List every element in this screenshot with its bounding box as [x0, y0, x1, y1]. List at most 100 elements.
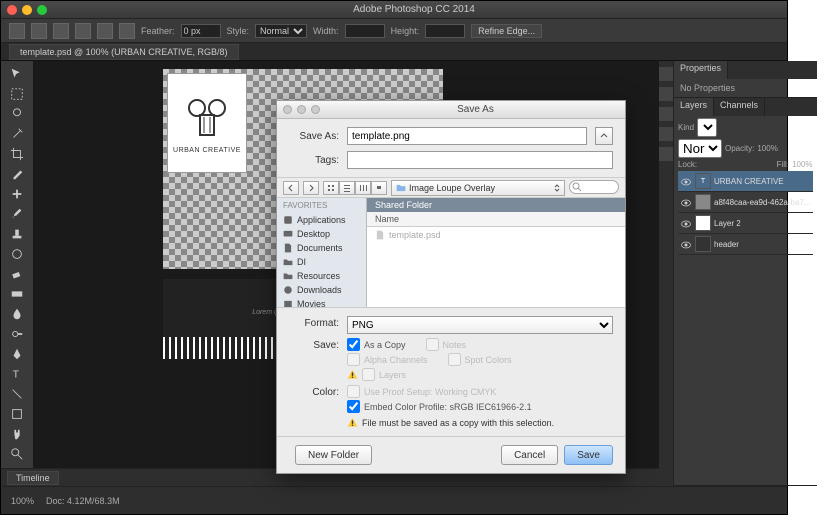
height-input[interactable] [425, 24, 465, 38]
sidebar-item-di[interactable]: DI [277, 255, 366, 269]
selection-mode-icon[interactable] [53, 23, 69, 39]
doc-info[interactable]: Doc: 4.12M/68.3M [46, 496, 120, 506]
sidebar-item-downloads[interactable]: Downloads [277, 283, 366, 297]
embed-profile-checkbox[interactable]: Embed Color Profile: sRGB IEC61966-2.1 [347, 400, 613, 413]
selection-mode-sub-icon[interactable] [97, 23, 113, 39]
nav-forward-button[interactable] [303, 181, 319, 195]
eraser-tool[interactable] [6, 265, 28, 283]
selection-mode-add-icon[interactable] [75, 23, 91, 39]
folder-dropdown[interactable]: Image Loupe Overlay [391, 180, 565, 196]
zoom-tool[interactable] [6, 445, 28, 463]
heal-tool[interactable] [6, 185, 28, 203]
view-column-button[interactable] [355, 181, 371, 195]
layer-item[interactable]: Layer 2 [678, 213, 813, 234]
sidebar-item-movies[interactable]: Movies [277, 297, 366, 307]
eyedropper-tool[interactable] [6, 165, 28, 183]
document-tab[interactable]: template.psd @ 100% (URBAN CREATIVE, RGB… [9, 44, 239, 60]
layers-tab[interactable]: Layers [674, 98, 714, 116]
gradient-tool[interactable] [6, 285, 28, 303]
sidebar-item-desktop[interactable]: Desktop [277, 227, 366, 241]
timeline-tab[interactable]: Timeline [7, 471, 59, 485]
sidebar-item-documents[interactable]: Documents [277, 241, 366, 255]
collapsed-panel-icon[interactable] [659, 127, 673, 141]
dialog-zoom-button[interactable] [311, 105, 320, 114]
history-brush-tool[interactable] [6, 245, 28, 263]
new-folder-button[interactable]: New Folder [295, 445, 372, 465]
shared-folder-banner: Shared Folder [367, 198, 625, 212]
width-input[interactable] [345, 24, 385, 38]
tags-input[interactable] [347, 151, 613, 169]
collapsed-panel-icon[interactable] [659, 87, 673, 101]
proof-checkbox: Use Proof Setup: Working CMYK [347, 385, 613, 398]
visibility-toggle[interactable] [680, 217, 692, 229]
marquee-tool[interactable] [6, 85, 28, 103]
filename-input[interactable] [347, 127, 587, 145]
nav-back-button[interactable] [283, 181, 299, 195]
visibility-toggle[interactable] [680, 175, 692, 187]
type-tool[interactable]: T [6, 365, 28, 383]
lasso-tool[interactable] [6, 105, 28, 123]
collapsed-panel-icon[interactable] [659, 107, 673, 121]
close-window-button[interactable] [7, 5, 17, 15]
layer-thumbnail [695, 215, 711, 231]
wand-tool[interactable] [6, 125, 28, 143]
stamp-tool[interactable] [6, 225, 28, 243]
dialog-minimize-button[interactable] [297, 105, 306, 114]
layer-name[interactable]: header [714, 240, 811, 249]
warning-icon [347, 369, 358, 380]
style-select[interactable]: Normal [255, 24, 307, 38]
pen-tool[interactable] [6, 345, 28, 363]
zoom-level[interactable]: 100% [11, 496, 34, 506]
cancel-button[interactable]: Cancel [501, 445, 558, 465]
collapsed-panel-icon[interactable] [659, 67, 673, 81]
visibility-toggle[interactable] [680, 238, 692, 250]
selection-mode-int-icon[interactable] [119, 23, 135, 39]
as-copy-checkbox[interactable]: As a Copy [347, 338, 406, 351]
collapse-toggle-button[interactable] [595, 127, 613, 145]
properties-tab[interactable]: Properties [674, 61, 728, 79]
path-tool[interactable] [6, 385, 28, 403]
tool-preset-icon[interactable] [31, 23, 47, 39]
brush-tool[interactable] [6, 205, 28, 223]
hand-tool[interactable] [6, 425, 28, 443]
format-select[interactable]: PNG [347, 316, 613, 334]
shape-tool[interactable] [6, 405, 28, 423]
blur-tool[interactable] [6, 305, 28, 323]
sidebar-item-applications[interactable]: Applications [277, 213, 366, 227]
opacity-label: Opacity: [725, 144, 754, 153]
file-row[interactable]: template.psd [375, 229, 617, 241]
layer-item[interactable]: header [678, 234, 813, 255]
opacity-value[interactable]: 100% [757, 144, 777, 153]
view-icon-button[interactable] [323, 181, 339, 195]
crop-tool[interactable] [6, 145, 28, 163]
blend-mode-select[interactable]: Normal [678, 139, 722, 158]
layer-item[interactable]: T URBAN CREATIVE [678, 171, 813, 192]
tags-label: Tags: [289, 155, 339, 166]
feather-input[interactable] [181, 24, 221, 38]
kind-filter[interactable] [697, 118, 717, 137]
dialog-title: Save As [326, 104, 625, 115]
visibility-toggle[interactable] [680, 196, 692, 208]
channels-tab[interactable]: Channels [714, 98, 765, 116]
zoom-window-button[interactable] [37, 5, 47, 15]
dialog-close-button[interactable] [283, 105, 292, 114]
move-tool[interactable] [6, 65, 28, 83]
folder-icon [396, 183, 406, 193]
sidebar-item-resources[interactable]: Resources [277, 269, 366, 283]
save-button[interactable]: Save [564, 445, 613, 465]
view-coverflow-button[interactable] [371, 181, 387, 195]
view-list-button[interactable] [339, 181, 355, 195]
collapsed-panel-icon[interactable] [659, 147, 673, 161]
layer-item[interactable]: a8f48caa-ea9d-462a-ba7... [678, 192, 813, 213]
dodge-tool[interactable] [6, 325, 28, 343]
favorites-sidebar: FAVORITES Applications Desktop Documents… [277, 198, 367, 307]
height-label: Height: [391, 26, 420, 36]
layer-name[interactable]: URBAN CREATIVE [714, 177, 811, 186]
layer-name[interactable]: a8f48caa-ea9d-462a-ba7... [714, 198, 811, 207]
column-header-name[interactable]: Name [367, 212, 625, 227]
refine-edge-button[interactable]: Refine Edge... [471, 24, 542, 38]
minimize-window-button[interactable] [22, 5, 32, 15]
ps-logo-icon[interactable] [9, 23, 25, 39]
layer-name[interactable]: Layer 2 [714, 219, 811, 228]
fill-value[interactable]: 100% [792, 160, 812, 169]
